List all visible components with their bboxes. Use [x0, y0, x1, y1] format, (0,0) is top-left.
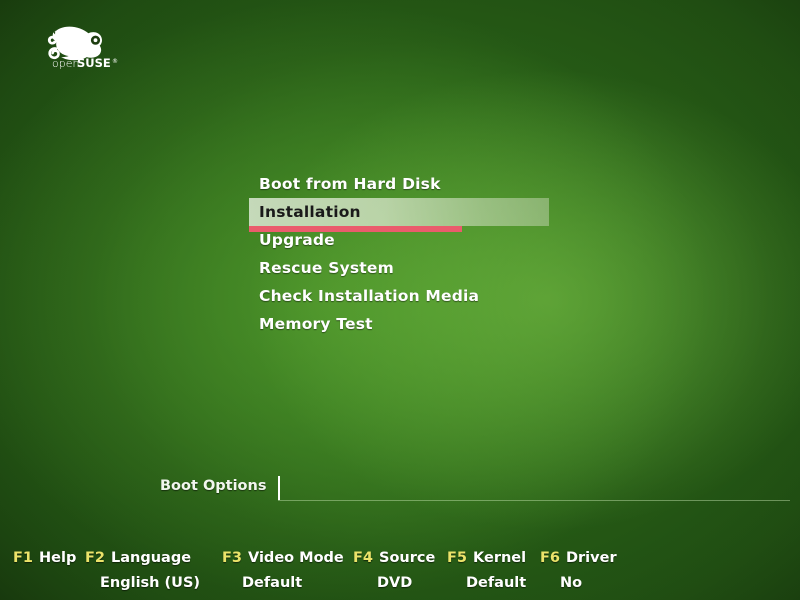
function-key-bar[interactable]: F1 Help F2 Language English (US) F3 Video M…: [13, 550, 793, 592]
opensuse-logo: open SUSE ®: [42, 22, 120, 70]
fkey-f2-language[interactable]: F2 Language: [85, 550, 191, 566]
logo-trademark: ®: [112, 58, 118, 65]
fkey-f5-id: F5: [447, 550, 467, 566]
menu-item-rescue-system[interactable]: Rescue System: [249, 254, 569, 282]
menu-item-label: Rescue System: [259, 259, 394, 277]
fkey-f5-value: Default: [466, 575, 527, 591]
logo-wordmark-open: open: [52, 57, 79, 70]
fkey-f3-video-mode[interactable]: F3 Video Mode: [222, 550, 344, 566]
fkey-f3-label: Video Mode: [248, 550, 344, 566]
menu-item-label: Boot from Hard Disk: [259, 175, 441, 193]
fkey-f2-id: F2: [85, 550, 105, 566]
menu-item-label: Check Installation Media: [259, 287, 480, 305]
menu-item-boot-from-hard-disk[interactable]: Boot from Hard Disk: [249, 170, 569, 198]
fkey-f4-value: DVD: [377, 575, 413, 591]
fkey-f5-kernel[interactable]: F5 Kernel: [447, 550, 526, 566]
fkey-f6-driver[interactable]: F6 Driver: [540, 550, 617, 566]
boot-menu[interactable]: Boot from Hard Disk Installation Upgrade…: [249, 170, 569, 338]
fkey-f2-value: English (US): [100, 575, 201, 591]
fkey-f4-source[interactable]: F4 Source: [353, 550, 435, 566]
fkey-f3-value: Default: [242, 575, 303, 591]
menu-item-memory-test[interactable]: Memory Test: [249, 310, 569, 338]
boot-options-row[interactable]: Boot Options: [160, 476, 790, 502]
fkey-f4-id: F4: [353, 550, 373, 566]
menu-item-label: Memory Test: [259, 315, 373, 333]
logo-wordmark-suse: SUSE: [77, 56, 111, 70]
fkey-f6-id: F6: [540, 550, 560, 566]
boot-options-label: Boot Options: [160, 478, 267, 494]
text-cursor: [278, 476, 280, 500]
menu-item-check-installation-media[interactable]: Check Installation Media: [249, 282, 569, 310]
boot-options-input[interactable]: [278, 476, 790, 502]
menu-item-label: Upgrade: [259, 231, 335, 249]
fkey-f6-value: No: [560, 575, 583, 591]
boot-screen: open SUSE ® Boot from Hard Disk Installa…: [0, 0, 800, 600]
fkey-f3-id: F3: [222, 550, 242, 566]
fkey-f1-label: Help: [39, 550, 77, 566]
menu-item-upgrade[interactable]: Upgrade: [249, 226, 569, 254]
menu-item-label: Installation: [259, 203, 361, 221]
input-underline: [278, 500, 790, 501]
fkey-f1-help[interactable]: F1 Help: [13, 550, 76, 566]
fkey-f2-label: Language: [111, 550, 192, 566]
fkey-f4-label: Source: [379, 550, 436, 566]
fkey-f5-label: Kernel: [473, 550, 527, 566]
fkey-f6-label: Driver: [566, 550, 617, 566]
menu-item-installation[interactable]: Installation: [249, 198, 549, 232]
fkey-f1-id: F1: [13, 550, 33, 566]
